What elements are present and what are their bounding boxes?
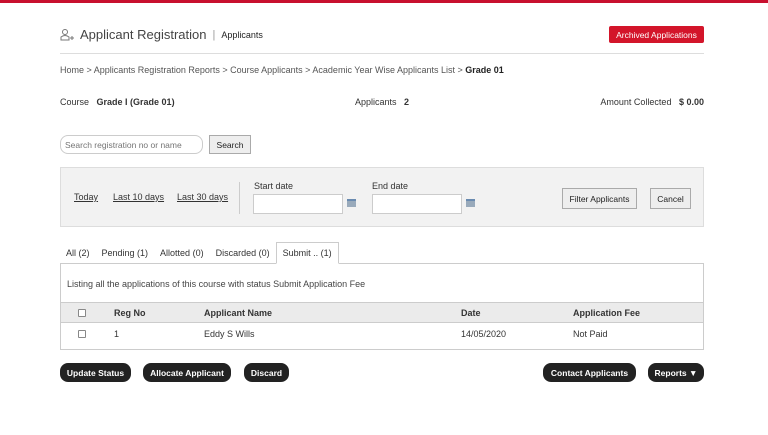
tab-allotted[interactable]: Allotted (0) — [154, 242, 210, 264]
cell-date: 14/05/2020 — [461, 328, 507, 339]
allocate-applicant-button[interactable]: Allocate Applicant — [143, 363, 231, 382]
top-accent-bar — [0, 0, 768, 3]
last-30-days-link[interactable]: Last 30 days — [177, 192, 228, 202]
tab-discarded[interactable]: Discarded (0) — [210, 242, 276, 264]
amount-value: $ 0.00 — [678, 97, 704, 107]
tab-all[interactable]: All (2) — [60, 242, 96, 264]
amount-summary: Amount Collected $ 0.00 — [600, 97, 704, 107]
search-button[interactable]: Search — [209, 135, 251, 154]
contact-applicants-button[interactable]: Contact Applicants — [543, 363, 636, 382]
cell-application-fee: Not Paid — [573, 328, 608, 339]
applications-table: Reg No Applicant Name Date Application F… — [61, 302, 703, 344]
table-header: Reg No Applicant Name Date Application F… — [61, 302, 703, 323]
discard-button[interactable]: Discard — [244, 363, 289, 382]
breadcrumb-home[interactable]: Home — [60, 65, 84, 75]
course-label: Course — [60, 97, 90, 107]
header-date: Date — [461, 307, 481, 318]
page-title: Applicant Registration | Applicants — [60, 27, 263, 42]
title-text: Applicant Registration — [80, 27, 207, 42]
applicants-summary: Applicants 2 — [355, 97, 409, 107]
tab-pending[interactable]: Pending (1) — [96, 242, 155, 264]
cell-applicant-name: Eddy S Wills — [204, 328, 255, 339]
search-input[interactable] — [60, 135, 203, 154]
user-add-icon — [60, 28, 74, 40]
last-10-days-link[interactable]: Last 10 days — [113, 192, 164, 202]
header-reg-no: Reg No — [114, 307, 146, 318]
filter-divider — [239, 182, 240, 214]
update-status-button[interactable]: Update Status — [60, 363, 131, 382]
start-date-input[interactable] — [253, 194, 343, 214]
divider — [60, 53, 704, 54]
breadcrumb-course-applicants[interactable]: Course Applicants — [230, 65, 303, 75]
calendar-icon[interactable] — [347, 199, 356, 207]
start-date-label: Start date — [254, 181, 294, 191]
tab-submit-fee[interactable]: Submit .. (1) — [275, 242, 339, 264]
applications-panel: Listing all the applications of this cou… — [60, 263, 704, 350]
filter-applicants-button[interactable]: Filter Applicants — [562, 188, 637, 209]
applicants-value: 2 — [404, 97, 410, 107]
title-separator: | — [212, 28, 216, 41]
cell-reg-no: 1 — [114, 328, 120, 339]
header-application-fee: Application Fee — [573, 307, 641, 318]
title-subtitle: Applicants — [221, 29, 263, 40]
row-checkbox[interactable] — [78, 329, 86, 338]
date-filter-panel: Today Last 10 days Last 30 days Start da… — [60, 167, 704, 227]
breadcrumb: Home > Applicants Registration Reports >… — [60, 65, 504, 75]
archived-applications-button[interactable]: Archived Applications — [609, 26, 704, 43]
status-tabs: All (2) Pending (1) Allotted (0) Discard… — [60, 242, 339, 264]
select-all-checkbox[interactable] — [78, 308, 86, 317]
breadcrumb-current: Grade 01 — [465, 65, 504, 75]
breadcrumb-reports[interactable]: Applicants Registration Reports — [94, 65, 220, 75]
amount-label: Amount Collected — [600, 97, 672, 107]
today-link[interactable]: Today — [74, 192, 98, 202]
reports-dropdown-button[interactable]: Reports ▼ — [648, 363, 704, 382]
breadcrumb-year-list[interactable]: Academic Year Wise Applicants List — [312, 65, 455, 75]
calendar-icon[interactable] — [466, 199, 475, 207]
applicants-label: Applicants — [355, 97, 397, 107]
table-row: 1 Eddy S Wills 14/05/2020 Not Paid — [61, 323, 703, 344]
end-date-label: End date — [372, 181, 409, 191]
course-value: Grade I (Grade 01) — [96, 97, 175, 107]
cancel-button[interactable]: Cancel — [650, 188, 691, 209]
header-applicant-name: Applicant Name — [204, 307, 273, 318]
course-summary: Course Grade I (Grade 01) — [60, 97, 175, 107]
panel-description: Listing all the applications of this cou… — [67, 279, 366, 289]
end-date-input[interactable] — [372, 194, 462, 214]
